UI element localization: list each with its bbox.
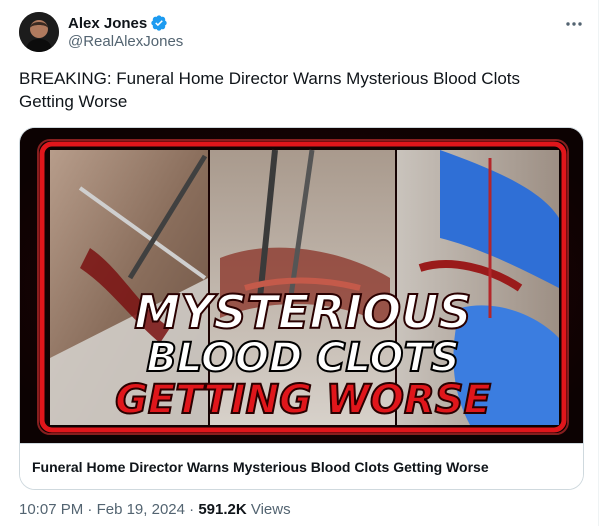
tweet-meta: 10:07 PM · Feb 19, 2024 · 591.2K Views [19,501,291,518]
author-names: Alex Jones @RealAlexJones [68,13,183,51]
card-title[interactable]: Funeral Home Director Warns Mysterious B… [20,443,583,489]
author-handle[interactable]: @RealAlexJones [68,33,183,50]
more-options-icon[interactable] [563,14,585,34]
card-image[interactable]: MYSTERIOUS BLOOD CLOTS GETTING WORSE [20,128,583,443]
meta-separator: · [87,501,93,518]
meta-separator-2: · [189,501,195,518]
avatar[interactable] [19,12,59,52]
views-label: Views [250,501,291,518]
tweet-header: Alex Jones @RealAlexJones [19,12,585,56]
tweet-date[interactable]: Feb 19, 2024 [97,501,185,518]
verified-badge-icon[interactable] [150,14,168,32]
tweet: Alex Jones @RealAlexJones BREAKING: Fune… [0,0,599,526]
link-card[interactable]: MYSTERIOUS BLOOD CLOTS GETTING WORSE Fun… [19,127,584,490]
image-headline-line2: BLOOD CLOTS [146,335,459,381]
image-headline-line3: GETTING WORSE [115,377,491,423]
display-name[interactable]: Alex Jones [68,15,147,32]
tweet-time[interactable]: 10:07 PM [19,501,83,518]
image-headline-line1: MYSTERIOUS [134,285,471,339]
tweet-text: BREAKING: Funeral Home Director Warns My… [19,69,525,111]
views-count: 591.2K [198,501,247,518]
